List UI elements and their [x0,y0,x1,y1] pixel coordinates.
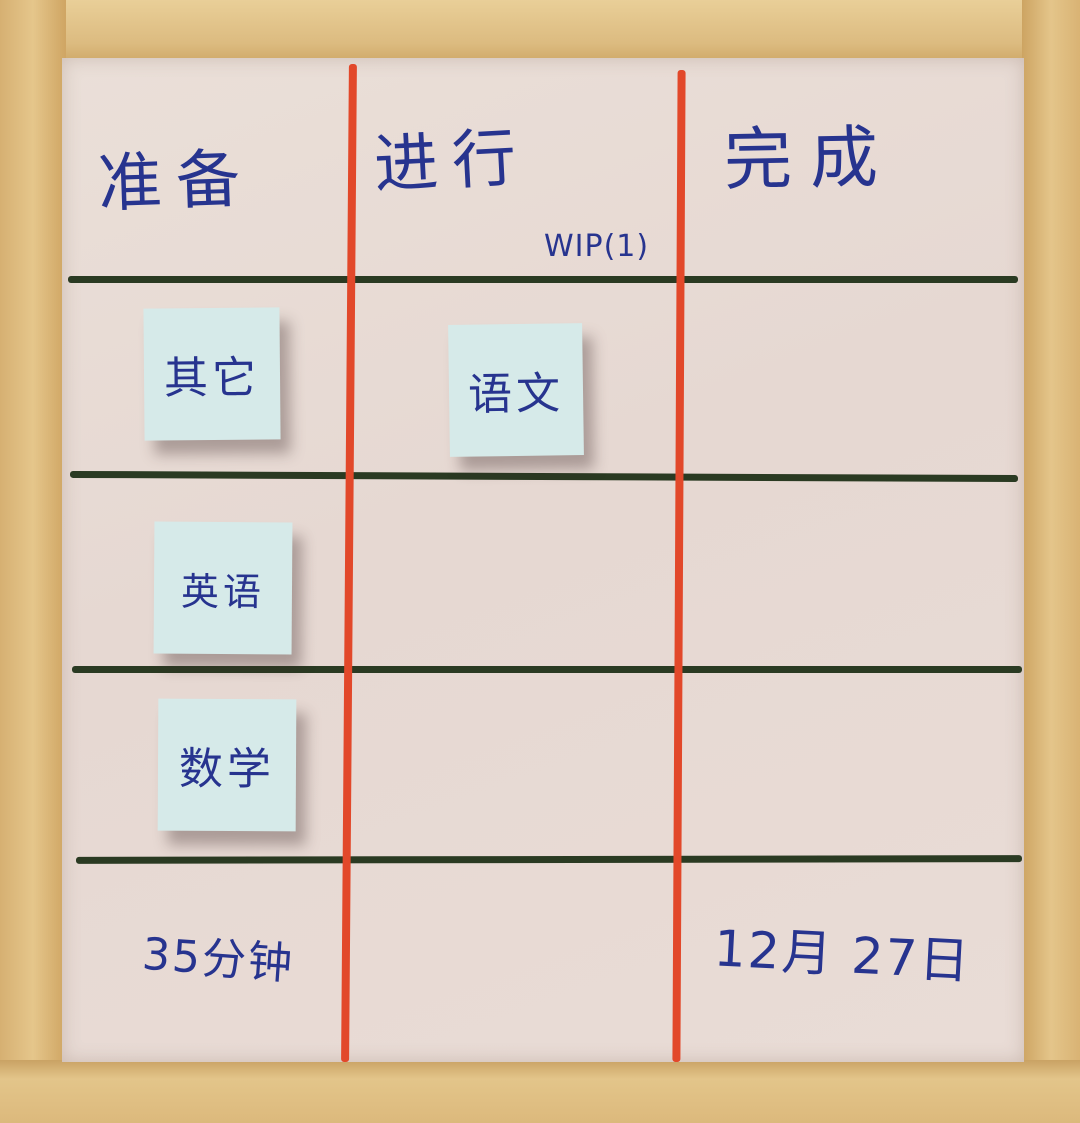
column-header-done: 完成 [723,118,897,201]
duration-label: 35分钟 [140,928,296,991]
wood-frame-bottom [0,1060,1080,1123]
sticky-note-english[interactable]: 英语 [153,521,293,655]
column-divider-1 [341,63,357,1063]
wood-frame-right [1022,0,1080,1123]
row-divider-3 [75,855,1023,864]
sticky-note-chinese[interactable]: 语文 [448,323,584,457]
date-label: 12月 27日 [712,919,973,991]
whiteboard: 准备 进行 WIP(1) 完成 其它 语文 英语 数学 35分钟 12月 27日 [62,58,1024,1063]
wip-limit-label: WIP(1) [544,229,650,264]
wood-frame-left [0,0,66,1123]
sticky-note-label: 数学 [178,743,276,796]
wood-frame-top [0,0,1080,62]
kanban-board-photo: 准备 进行 WIP(1) 完成 其它 语文 英语 数学 35分钟 12月 27日 [0,0,1080,1123]
sticky-note-label: 其它 [163,352,261,405]
column-header-todo: 准备 [96,142,256,222]
column-divider-2 [672,69,686,1063]
sticky-note-label: 语文 [467,368,565,421]
row-divider-header [68,276,1018,283]
sticky-note-math[interactable]: 数学 [157,698,297,832]
sticky-note-other[interactable]: 其它 [143,307,281,441]
column-header-doing: 进行 [372,120,532,204]
row-divider-1 [69,470,1019,483]
sticky-note-label: 英语 [180,569,266,614]
row-divider-2 [72,666,1022,673]
